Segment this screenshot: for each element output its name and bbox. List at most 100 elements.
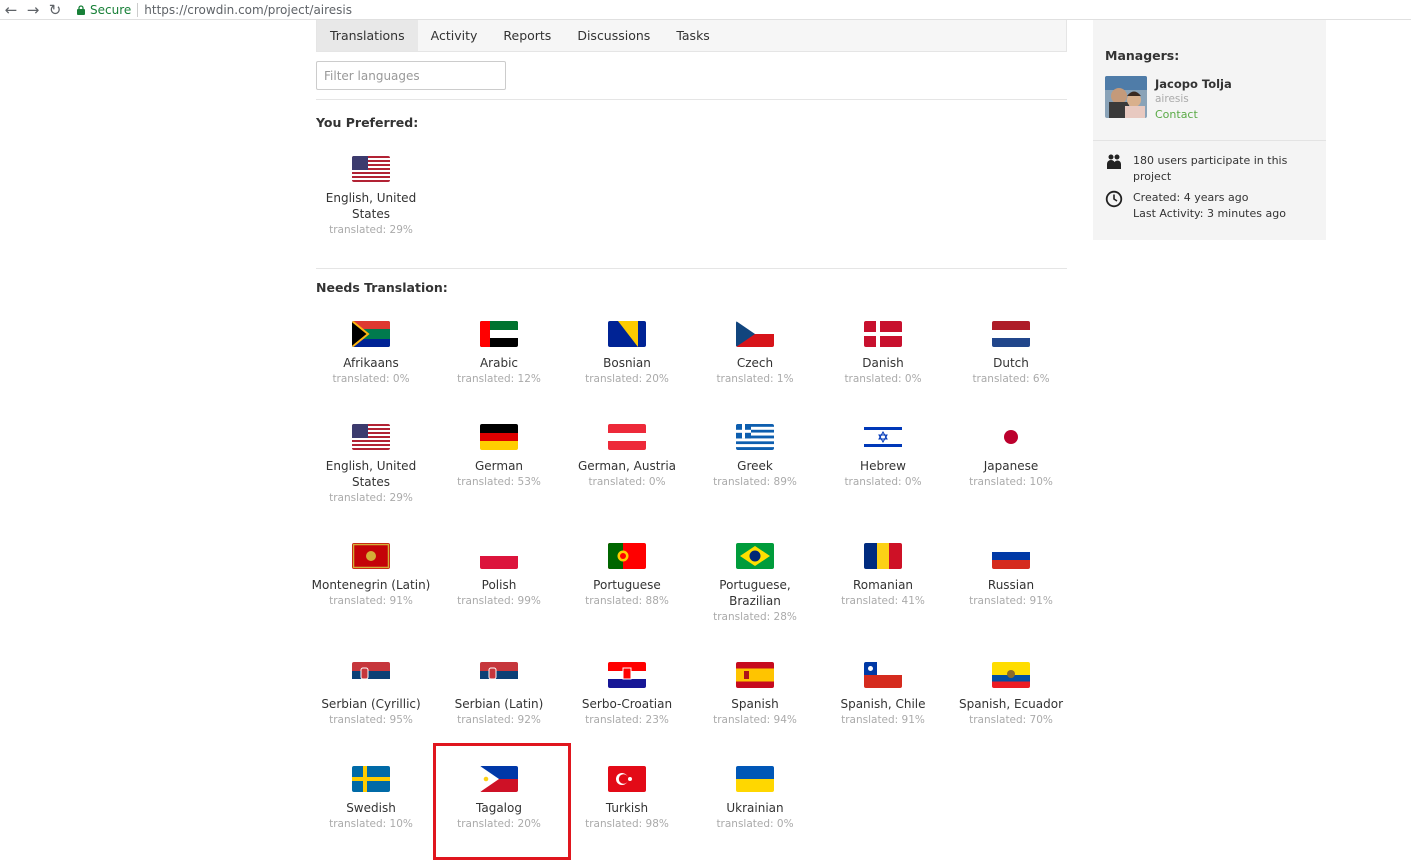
language-name: Spanish, Ecuador xyxy=(958,697,1064,711)
se-flag xyxy=(352,766,390,792)
ro-flag xyxy=(864,543,902,569)
filter-languages-input[interactable] xyxy=(316,61,506,90)
divider xyxy=(316,99,1067,100)
language-tile-dutch[interactable]: Dutch translated: 6% xyxy=(947,321,1075,387)
manager-name[interactable]: Jacopo Tolja xyxy=(1155,77,1232,91)
us-flag xyxy=(352,424,390,450)
language-tile-romanian[interactable]: Romanian translated: 41% xyxy=(819,543,947,609)
language-tile-japanese[interactable]: Japanese translated: 10% xyxy=(947,424,1075,490)
translated-percent: translated: 91% xyxy=(841,714,925,726)
translated-percent: translated: 20% xyxy=(585,373,669,385)
language-tile-english-united-states[interactable]: English, United States translated: 29% xyxy=(307,424,435,506)
me-flag xyxy=(352,543,390,569)
language-tile-turkish[interactable]: Turkish translated: 98% xyxy=(563,766,691,832)
language-tile-spanish-ecuador[interactable]: Spanish, Ecuador translated: 70% xyxy=(947,662,1075,728)
language-tile-serbo-croatian[interactable]: Serbo-Croatian translated: 23% xyxy=(563,662,691,728)
forward-arrow-icon[interactable]: → xyxy=(22,0,44,20)
users-icon xyxy=(1107,154,1121,169)
manager-avatar[interactable] xyxy=(1105,76,1147,118)
language-tile-swedish[interactable]: Swedish translated: 10% xyxy=(307,766,435,832)
language-tile-hebrew[interactable]: Hebrew translated: 0% xyxy=(819,424,947,490)
us-flag xyxy=(352,156,390,182)
translated-percent: translated: 0% xyxy=(844,373,922,385)
language-name: Serbo-Croatian xyxy=(581,697,673,711)
language-name: German xyxy=(474,459,524,473)
url-text[interactable]: https://crowdin.com/project/airesis xyxy=(144,3,352,17)
tab-activity[interactable]: Activity xyxy=(418,20,491,51)
tab-translations[interactable]: Translations xyxy=(317,20,418,51)
manager-username: airesis xyxy=(1155,93,1189,105)
language-tile-bosnian[interactable]: Bosnian translated: 20% xyxy=(563,321,691,387)
language-tile-tagalog[interactable]: Tagalog translated: 20% xyxy=(435,766,563,832)
translated-percent: translated: 12% xyxy=(457,373,541,385)
language-tile-ukrainian[interactable]: Ukrainian translated: 0% xyxy=(691,766,819,832)
pt-flag xyxy=(608,543,646,569)
language-name: Tagalog xyxy=(476,801,522,815)
language-tile-portuguese[interactable]: Portuguese translated: 88% xyxy=(563,543,691,609)
translated-percent: translated: 99% xyxy=(457,595,541,607)
translated-percent: translated: 6% xyxy=(972,373,1050,385)
language-name: Swedish xyxy=(346,801,396,815)
language-tile-montenegrin-latin[interactable]: Montenegrin (Latin) translated: 91% xyxy=(307,543,435,609)
language-name: Spanish xyxy=(731,697,779,711)
translated-percent: translated: 0% xyxy=(332,373,410,385)
translated-percent: translated: 53% xyxy=(457,476,541,488)
back-arrow-icon[interactable]: ← xyxy=(0,0,22,20)
dk-flag xyxy=(864,321,902,347)
browser-toolbar: ← → ↻ Secure https://crowdin.com/project… xyxy=(0,0,1411,20)
translated-percent: translated: 0% xyxy=(844,476,922,488)
address-bar[interactable]: Secure https://crowdin.com/project/aires… xyxy=(66,0,352,20)
language-tile-arabic[interactable]: Arabic translated: 12% xyxy=(435,321,563,387)
clock-icon xyxy=(1105,190,1123,208)
translated-percent: translated: 10% xyxy=(329,818,413,830)
ba-flag xyxy=(608,321,646,347)
ph-flag xyxy=(480,766,518,792)
language-tile-czech[interactable]: Czech translated: 1% xyxy=(691,321,819,387)
language-tile-spanish[interactable]: Spanish translated: 94% xyxy=(691,662,819,728)
language-name: Bosnian xyxy=(603,356,651,370)
translated-percent: translated: 91% xyxy=(969,595,1053,607)
nl-flag xyxy=(992,321,1030,347)
language-tile-spanish-chile[interactable]: Spanish, Chile translated: 91% xyxy=(819,662,947,728)
project-tabs: Translations Activity Reports Discussion… xyxy=(316,20,1067,52)
language-tile-english-united-states[interactable]: English, United States translated: 29% xyxy=(307,156,435,238)
translated-percent: translated: 23% xyxy=(585,714,669,726)
language-name: English, United States xyxy=(325,191,417,221)
translated-percent: translated: 20% xyxy=(457,818,541,830)
language-tile-danish[interactable]: Danish translated: 0% xyxy=(819,321,947,387)
language-tile-german[interactable]: German translated: 53% xyxy=(435,424,563,490)
language-name: Spanish, Chile xyxy=(840,697,926,711)
translated-percent: translated: 29% xyxy=(329,224,413,236)
rs-flag xyxy=(480,662,518,688)
language-name: Greek xyxy=(737,459,773,473)
language-name: Serbian (Cyrillic) xyxy=(321,697,421,711)
ec-flag xyxy=(992,662,1030,688)
translated-percent: translated: 88% xyxy=(585,595,669,607)
translated-percent: translated: 94% xyxy=(713,714,797,726)
divider xyxy=(316,268,1067,269)
language-tile-polish[interactable]: Polish translated: 99% xyxy=(435,543,563,609)
language-tile-serbian-cyrillic[interactable]: Serbian (Cyrillic) translated: 95% xyxy=(307,662,435,728)
language-name: Czech xyxy=(736,356,774,370)
language-tile-serbian-latin[interactable]: Serbian (Latin) translated: 92% xyxy=(435,662,563,728)
language-tile-greek[interactable]: Greek translated: 89% xyxy=(691,424,819,490)
za-flag xyxy=(352,321,390,347)
tab-discussions[interactable]: Discussions xyxy=(564,20,663,51)
tab-tasks[interactable]: Tasks xyxy=(663,20,723,51)
managers-title: Managers: xyxy=(1105,48,1180,63)
needs-translation-title: Needs Translation: xyxy=(316,280,448,295)
tab-reports[interactable]: Reports xyxy=(490,20,564,51)
language-name: Russian xyxy=(987,578,1035,592)
reload-icon[interactable]: ↻ xyxy=(44,0,66,20)
language-name: Portuguese xyxy=(593,578,661,592)
language-tile-russian[interactable]: Russian translated: 91% xyxy=(947,543,1075,609)
translated-percent: translated: 95% xyxy=(329,714,413,726)
contact-link[interactable]: Contact xyxy=(1155,108,1198,121)
language-tile-portuguese-brazilian[interactable]: Portuguese, Brazilian translated: 28% xyxy=(691,543,819,625)
language-tile-german-austria[interactable]: German, Austria translated: 0% xyxy=(563,424,691,490)
language-tile-afrikaans[interactable]: Afrikaans translated: 0% xyxy=(307,321,435,387)
pl-flag xyxy=(480,543,518,569)
translated-percent: translated: 1% xyxy=(716,373,794,385)
gr-flag xyxy=(736,424,774,450)
translated-percent: translated: 0% xyxy=(588,476,666,488)
